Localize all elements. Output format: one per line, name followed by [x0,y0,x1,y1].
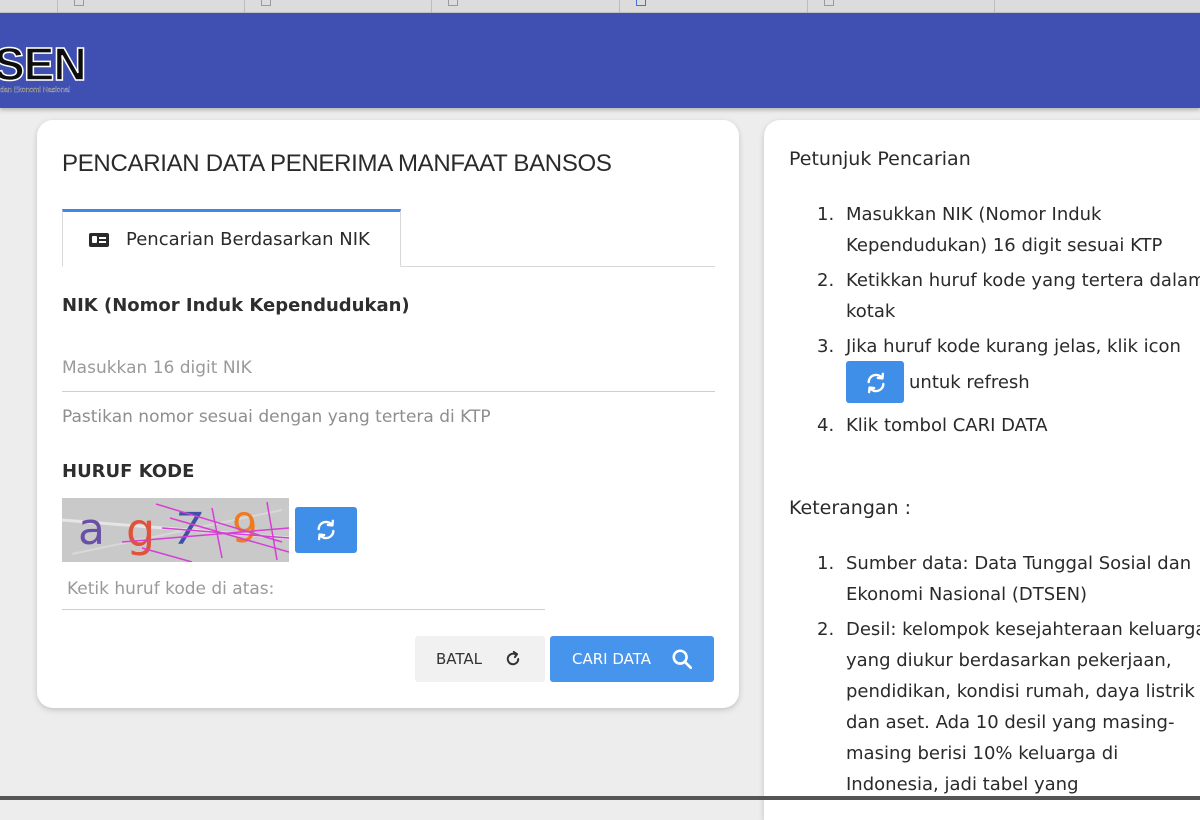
tab-search-by-nik[interactable]: Pencarian Berdasarkan NIK [62,209,401,267]
form-title: PENCARIAN DATA PENERIMA MANFAAT BANSOS [62,150,612,177]
cancel-button[interactable]: BATAL [415,636,545,682]
cancel-label: BATAL [436,650,483,668]
inline-refresh-button [846,361,904,403]
captcha-input[interactable] [62,568,545,610]
tab-favicon-icon [824,0,834,6]
browser-tab-strip [0,0,1200,13]
browser-tab[interactable] [58,0,245,13]
logo[interactable]: SEN [0,40,87,88]
list-item: 3. Jika huruf kode kurang jelas, klik ico… [789,331,1200,404]
svg-text:9: 9 [232,506,257,552]
refresh-icon [317,519,335,541]
browser-tab[interactable] [808,0,995,13]
browser-tab[interactable] [0,0,58,13]
tab-label: Pencarian Berdasarkan NIK [126,229,370,250]
search-label: CARI DATA [572,650,651,668]
captcha-label: HURUF KODE [62,461,195,482]
notes-list: 1. Sumber data: Data Tunggal Sosial dan E… [789,548,1200,800]
nik-hint: Pastikan nomor sesuai dengan yang terter… [62,407,491,427]
search-button[interactable]: CARI DATA [550,636,714,682]
captcha-refresh-button[interactable] [295,507,357,553]
bottom-edge [0,796,1200,800]
nik-input[interactable] [62,344,715,392]
logo-subtitle: dan Ekonomi Nasional [0,87,71,94]
search-icon [672,649,693,670]
tab-favicon-icon [74,0,84,6]
refresh-icon [867,372,885,394]
list-item: 2. Ketikkan huruf kode yang tertera dalam… [817,270,1200,322]
list-item: 4. Klik tombol CARI DATA [817,415,1048,436]
instructions-list: 1. Masukkan NIK (Nomor Induk Kependudukan… [789,199,1200,441]
list-item: 1. Masukkan NIK (Nomor Induk Kependudukan… [817,204,1163,256]
browser-tab[interactable] [245,0,432,13]
instructions-title: Petunjuk Pencarian [789,148,971,170]
tab-favicon-icon [261,0,271,6]
tab-favicon-icon [636,0,646,6]
tab-favicon-icon [448,0,458,6]
svg-text:g: g [126,503,155,557]
instructions-card: Petunjuk Pencarian 1. Masukkan NIK (Nomor… [764,120,1200,820]
svg-text:a: a [78,504,105,555]
list-item: 2. Desil: kelompok kesejahteraan keluarga… [817,619,1200,795]
nik-label: NIK (Nomor Induk Kependudukan) [62,295,410,316]
browser-tab-active[interactable] [620,0,808,13]
list-item: 1. Sumber data: Data Tunggal Sosial dan E… [817,553,1192,605]
notes-title: Keterangan : [789,497,912,519]
reset-icon [506,650,520,666]
browser-tab[interactable] [432,0,620,13]
captcha-image: a g 7 9 ag79 [62,498,289,562]
id-card-icon [89,233,109,247]
site-header: SEN dan Ekonomi Nasional [0,13,1200,108]
captcha-graphic: a g 7 9 [62,498,289,562]
search-tabs: Pencarian Berdasarkan NIK [62,209,715,267]
search-form-card: PENCARIAN DATA PENERIMA MANFAAT BANSOS P… [37,120,739,708]
